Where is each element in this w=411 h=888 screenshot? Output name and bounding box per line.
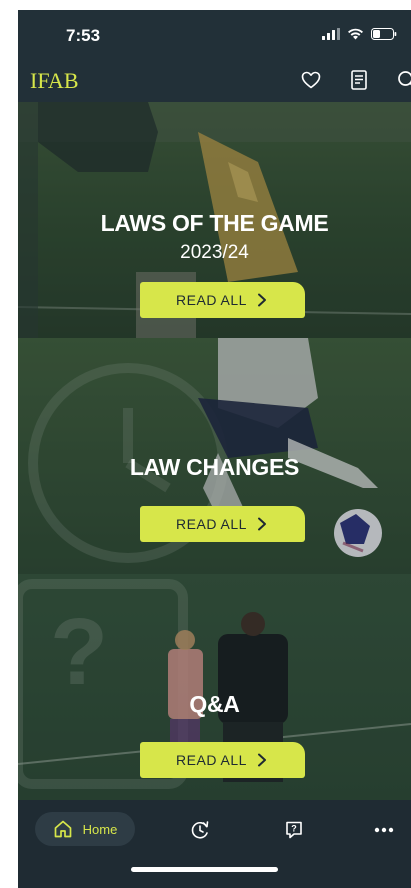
card-law-changes[interactable]: LAW CHANGES READ ALL bbox=[18, 338, 411, 574]
read-all-label: READ ALL bbox=[176, 516, 247, 532]
more-icon bbox=[374, 827, 394, 833]
nav-history-button[interactable] bbox=[186, 816, 214, 844]
heart-icon[interactable] bbox=[299, 68, 323, 92]
search-icon[interactable] bbox=[395, 68, 411, 92]
card-laws-of-the-game[interactable]: LAWS OF THE GAME 2023/24 READ ALL bbox=[18, 102, 411, 338]
home-icon bbox=[54, 820, 72, 838]
card-subtitle: 2023/24 bbox=[180, 242, 249, 263]
header-actions bbox=[299, 68, 411, 92]
read-all-button[interactable]: READ ALL bbox=[140, 282, 305, 318]
app-screen: 7:53 IFAB LAWS OF THE GAME 2023/24 READ … bbox=[18, 10, 411, 888]
svg-text:?: ? bbox=[291, 824, 297, 834]
app-header: IFAB bbox=[18, 62, 411, 102]
chevron-right-icon bbox=[257, 517, 266, 531]
quiz-icon: ? bbox=[286, 821, 302, 839]
nav-home-label: Home bbox=[82, 821, 118, 837]
read-all-label: READ ALL bbox=[176, 292, 247, 308]
home-indicator[interactable] bbox=[131, 867, 278, 872]
card-qa[interactable]: ? Q&A READ ALL bbox=[18, 574, 411, 800]
document-icon[interactable] bbox=[347, 68, 371, 92]
nav-more-button[interactable] bbox=[370, 816, 398, 844]
card-title: Q&A bbox=[189, 691, 240, 717]
chevron-right-icon bbox=[257, 753, 266, 767]
status-bar: 7:53 bbox=[18, 10, 411, 62]
status-time: 7:53 bbox=[66, 26, 101, 45]
card-title: LAW CHANGES bbox=[129, 454, 300, 480]
history-icon bbox=[191, 821, 209, 839]
nav-quiz-button[interactable]: ? bbox=[280, 816, 308, 844]
bottom-nav: Home ? bbox=[18, 800, 411, 888]
wifi-icon bbox=[348, 28, 363, 40]
status-icons bbox=[322, 28, 397, 40]
nav-home-button[interactable]: Home bbox=[35, 812, 135, 846]
signal-icon bbox=[322, 28, 340, 40]
read-all-button[interactable]: READ ALL bbox=[140, 742, 305, 778]
battery-icon bbox=[371, 28, 397, 40]
chevron-right-icon bbox=[257, 293, 266, 307]
read-all-button[interactable]: READ ALL bbox=[140, 506, 305, 542]
ifab-logo[interactable]: IFAB bbox=[30, 68, 79, 94]
card-title: LAWS OF THE GAME bbox=[100, 210, 329, 236]
read-all-label: READ ALL bbox=[176, 752, 247, 768]
